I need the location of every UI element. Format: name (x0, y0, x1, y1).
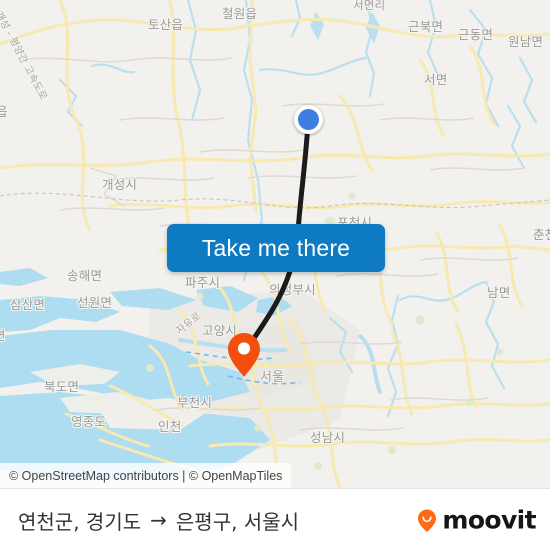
route-summary: 연천군, 경기도 → 은평구, 서울시 (18, 506, 299, 535)
origin-marker[interactable] (294, 105, 323, 134)
moovit-route-map-screen: 토산읍철원읍서면리근북면근동면원남면서면읍개성시포천시춘천송해면파주시의정부시남… (0, 0, 550, 550)
destination-marker[interactable] (227, 332, 261, 378)
moovit-logo[interactable]: moovit (414, 505, 537, 535)
origin-dot (298, 109, 319, 130)
footer-bar: 연천군, 경기도 → 은평구, 서울시 moovit (0, 488, 550, 550)
take-me-there-button[interactable]: Take me there (167, 224, 385, 272)
moovit-wordmark: moovit (442, 505, 536, 535)
route-destination-label: 은평구, 서울시 (175, 509, 300, 534)
attribution-text: © OpenStreetMap contributors | © OpenMap… (9, 468, 283, 483)
arrow-right-icon: → (150, 508, 167, 532)
map-attribution: © OpenStreetMap contributors | © OpenMap… (0, 463, 292, 488)
take-me-there-label: Take me there (201, 234, 351, 261)
map-pin-icon (228, 333, 260, 377)
moovit-pin-icon (418, 509, 437, 532)
map-canvas[interactable]: 토산읍철원읍서면리근북면근동면원남면서면읍개성시포천시춘천송해면파주시의정부시남… (0, 0, 550, 488)
route-origin-label: 연천군, 경기도 (18, 509, 142, 534)
